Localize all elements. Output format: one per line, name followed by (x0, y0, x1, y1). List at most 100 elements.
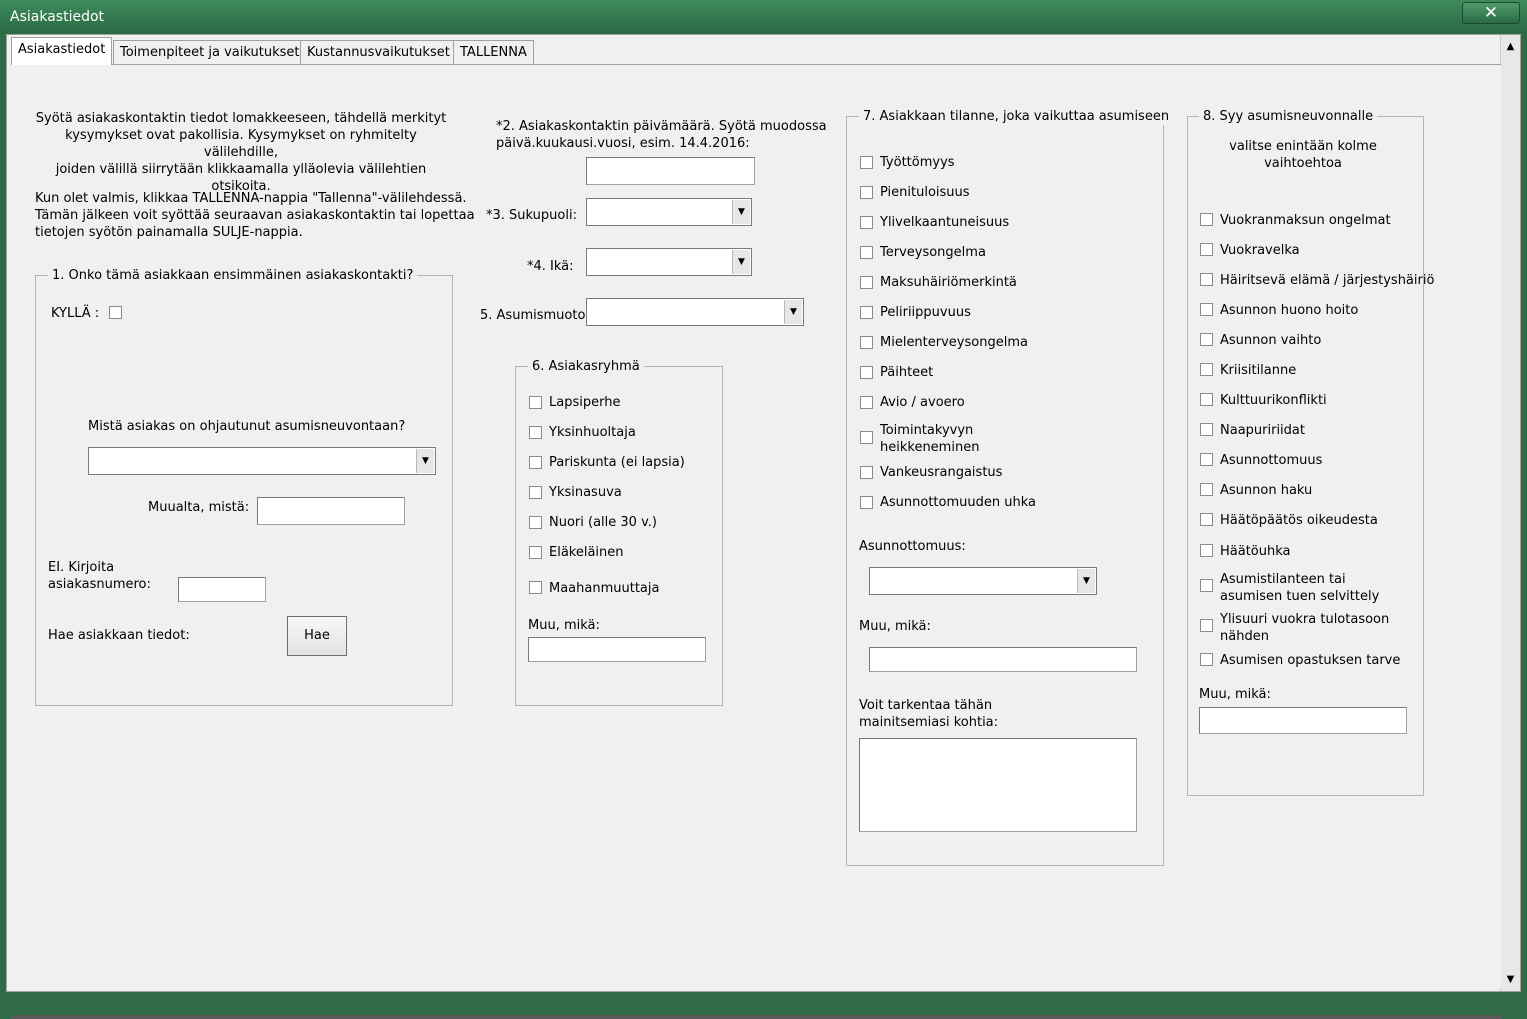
specify-textarea[interactable] (859, 738, 1137, 832)
q8-option-label: Asumistilanteen tai asumisen tuen selvit… (1220, 571, 1379, 605)
yes-checkbox[interactable] (109, 306, 122, 319)
q8-checkbox-asunnon-vaihto[interactable] (1200, 333, 1213, 346)
customer-number-input[interactable] (178, 577, 266, 602)
q7-checkbox-terveysongelma[interactable] (860, 246, 873, 259)
referral-select[interactable]: ▼ (88, 447, 436, 475)
q7-checkbox-tyottomyys[interactable] (860, 156, 873, 169)
q7-checkbox-maksuhairiomerkinta[interactable] (860, 276, 873, 289)
scroll-up-icon[interactable]: ▲ (1501, 38, 1520, 55)
tab-asiakastiedot[interactable]: Asiakastiedot (11, 37, 113, 65)
q8-option-label: Asunnon vaihto (1220, 333, 1322, 348)
tab-page-asiakastiedot: Syötä asiakaskontaktin tiedot lomakkeese… (11, 64, 1501, 1019)
q7-checkbox-mielenterveysongelma[interactable] (860, 336, 873, 349)
q7-option-label-line: heikkeneminen (880, 440, 980, 455)
q8-checkbox-naapuririidat[interactable] (1200, 423, 1213, 436)
intro-text-2: Kun olet valmis, klikkaa TALLENNA-nappia… (35, 190, 475, 241)
q7-option-label: Mielenterveysongelma (880, 335, 1028, 350)
q8-hint-line: vaihtoehtoa (1264, 156, 1342, 171)
chevron-down-icon[interactable]: ▼ (784, 300, 802, 324)
q8-option-label: Asunnottomuus (1220, 453, 1323, 468)
vertical-scrollbar[interactable]: ▲ ▼ (1500, 35, 1520, 991)
q7-checkbox-ylivelkaantuneisuus[interactable] (860, 216, 873, 229)
q6-other-input[interactable] (528, 637, 706, 662)
q7-checkbox-toimintakyky[interactable] (860, 431, 873, 444)
q6-checkbox-pariskunta[interactable] (529, 456, 542, 469)
q7-checkbox-vankeusrangaistus[interactable] (860, 466, 873, 479)
tab-toimenpiteet[interactable]: Toimenpiteet ja vaikutukset (113, 40, 307, 64)
q6-checkbox-yksinasuva[interactable] (529, 486, 542, 499)
q7-checkbox-pienituloisuus[interactable] (860, 186, 873, 199)
close-button[interactable]: ✕ (1462, 2, 1520, 24)
scroll-down-icon[interactable]: ▼ (1501, 971, 1520, 988)
chevron-down-icon[interactable]: ▼ (1077, 569, 1095, 593)
q7-legend: 7. Asiakkaan tilanne, joka vaikuttaa asu… (859, 108, 1174, 125)
q6-checkbox-elakelainen[interactable] (529, 546, 542, 559)
q7-option-label: Asunnottomuuden uhka (880, 495, 1036, 510)
title-bar: Asiakastiedot ✕ (0, 0, 1527, 34)
tab-kustannusvaikutukset[interactable]: Kustannusvaikutukset (300, 40, 457, 64)
q8-checkbox-kulttuurikonflikti[interactable] (1200, 393, 1213, 406)
q6-option-label: Nuori (alle 30 v.) (549, 515, 657, 530)
q8-option-label: Asunnon haku (1220, 483, 1313, 498)
other-source-input[interactable] (257, 497, 405, 525)
q8-checkbox-asunnottomuus[interactable] (1200, 453, 1213, 466)
q7-option-label: Vankeusrangaistus (880, 465, 1003, 480)
q6-legend: 6. Asiakasryhmä (528, 358, 644, 375)
q8-option-label: Häätöpäätös oikeudesta (1220, 513, 1378, 528)
q8-other-input[interactable] (1199, 707, 1407, 734)
q1-legend: 1. Onko tämä asiakkaan ensimmäinen asiak… (48, 267, 418, 284)
q6-option-label: Lapsiperhe (549, 395, 621, 410)
date-input[interactable] (586, 157, 755, 185)
q7-checkbox-asunnottomuuden-uhka[interactable] (860, 496, 873, 509)
window-title: Asiakastiedot (10, 9, 105, 25)
q8-checkbox-haatopaatos[interactable] (1200, 513, 1213, 526)
date-label: *2. Asiakaskontaktin päivämäärä. Syötä m… (496, 118, 827, 152)
q7-option-label: Päihteet (880, 365, 934, 380)
chevron-down-icon[interactable]: ▼ (732, 250, 750, 274)
q8-checkbox-vuokranmaksu[interactable] (1200, 213, 1213, 226)
q8-checkbox-huono-hoito[interactable] (1200, 303, 1213, 316)
housing-type-select[interactable]: ▼ (586, 298, 804, 326)
homelessness-select[interactable]: ▼ (869, 567, 1097, 595)
housing-type-label: 5. Asumismuoto: (480, 308, 590, 323)
homelessness-label: Asunnottomuus: (859, 539, 966, 554)
chevron-down-icon[interactable]: ▼ (416, 449, 434, 473)
q8-other-label: Muu, mikä: (1199, 687, 1271, 702)
q8-checkbox-vuokravelka[interactable] (1200, 243, 1213, 256)
q6-checkbox-lapsiperhe[interactable] (529, 396, 542, 409)
q7-checkbox-peliriippuvuus[interactable] (860, 306, 873, 319)
q7-checkbox-paihteet[interactable] (860, 366, 873, 379)
q6-checkbox-yksinhuoltaja[interactable] (529, 426, 542, 439)
intro-line: Kun olet valmis, klikkaa TALLENNA-nappia… (35, 191, 467, 206)
q8-option-label: Asunnon huono hoito (1220, 303, 1359, 318)
q6-checkbox-nuori[interactable] (529, 516, 542, 529)
q8-checkbox-ylisuuri-vuokra[interactable] (1200, 619, 1213, 632)
q7-checkbox-avioero[interactable] (860, 396, 873, 409)
chevron-down-icon[interactable]: ▼ (732, 200, 750, 224)
q6-option-label: Maahanmuuttaja (549, 581, 660, 596)
age-select[interactable]: ▼ (586, 248, 752, 276)
fetch-button[interactable]: Hae (287, 616, 347, 656)
q6-checkbox-maahanmuuttaja[interactable] (529, 581, 542, 594)
tab-tallenna[interactable]: TALLENNA (453, 40, 534, 64)
close-icon: ✕ (1483, 3, 1499, 23)
q6-option-label: Eläkeläinen (549, 545, 624, 560)
specify-label-line: mainitsemiasi kohtia: (859, 715, 999, 730)
gender-select[interactable]: ▼ (586, 198, 752, 226)
q8-checkbox-haatouhka[interactable] (1200, 544, 1213, 557)
q8-checkbox-hairitseva-elama[interactable] (1200, 273, 1213, 286)
date-label-line: päivä.kuukausi.vuosi, esim. 14.4.2016: (496, 136, 750, 151)
q7-option-label-line: Toimintakyvyn (880, 423, 974, 438)
q8-checkbox-asumistilanne[interactable] (1200, 579, 1213, 592)
intro-line: kysymykset ovat pakollisia. Kysymykset o… (65, 128, 417, 160)
age-label: *4. Ikä: (527, 259, 574, 274)
q8-checkbox-kriisitilanne[interactable] (1200, 363, 1213, 376)
specify-label: Voit tarkentaa tähän mainitsemiasi kohti… (859, 697, 998, 731)
q8-checkbox-asunnon-haku[interactable] (1200, 483, 1213, 496)
q7-other-input[interactable] (869, 647, 1137, 672)
specify-label-line: Voit tarkentaa tähän (859, 698, 993, 713)
q8-option-label-line: Asumistilanteen tai (1220, 572, 1346, 587)
q7-option-label: Ylivelkaantuneisuus (880, 215, 1010, 230)
q8-checkbox-opastuksen-tarve[interactable] (1200, 653, 1213, 666)
other-source-label: Muualta, mistä: (148, 500, 250, 515)
